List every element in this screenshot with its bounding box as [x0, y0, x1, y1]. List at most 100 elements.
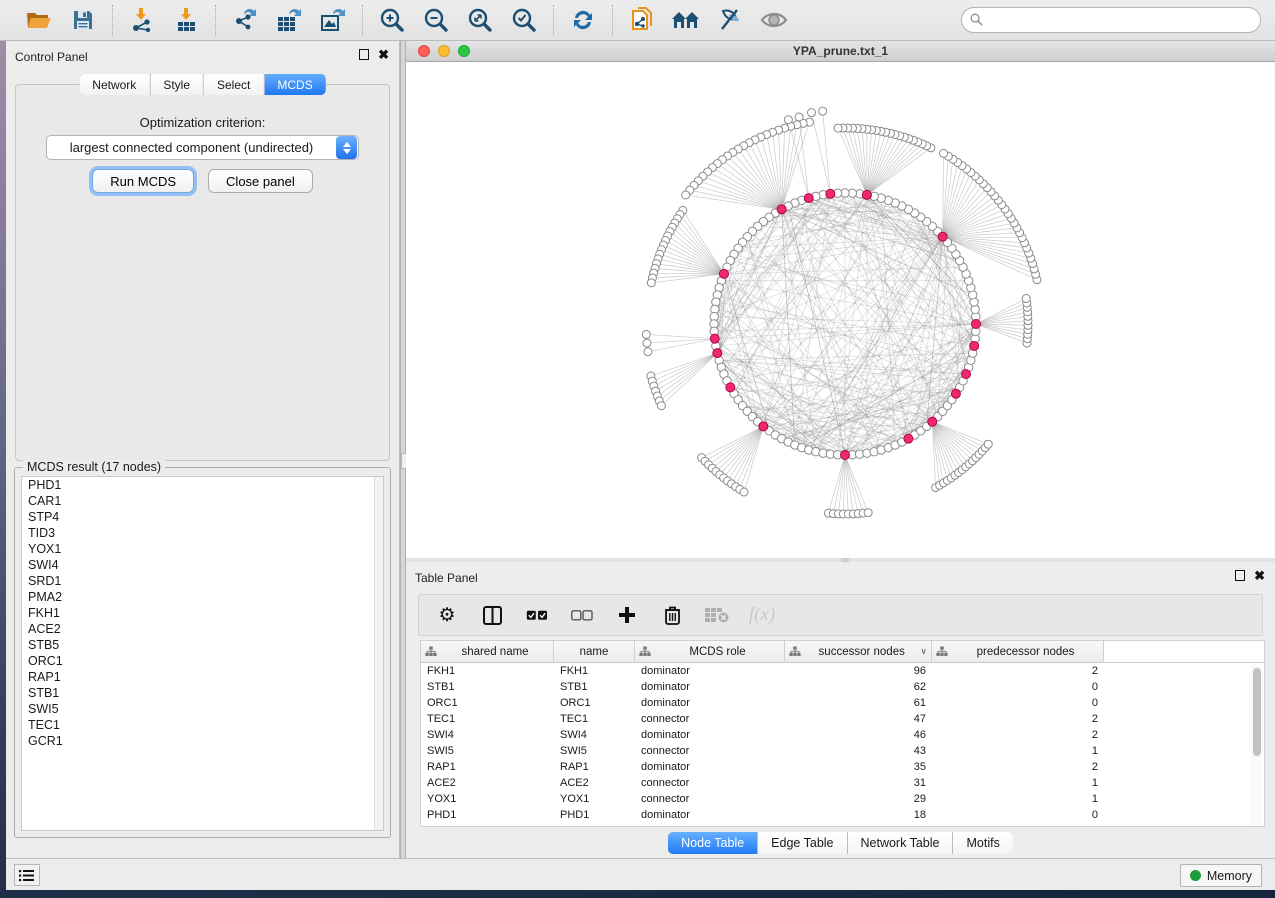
- tab-style[interactable]: Style: [150, 74, 204, 95]
- tab-node-table[interactable]: Node Table: [668, 832, 758, 854]
- export-image-icon[interactable]: [318, 6, 348, 34]
- network-node[interactable]: [759, 422, 768, 431]
- close-panel-icon[interactable]: ✖: [1254, 570, 1265, 581]
- zoom-in-icon[interactable]: [377, 6, 407, 34]
- criterion-dropdown[interactable]: largest connected component (undirected): [46, 135, 359, 160]
- table-row[interactable]: ORC1ORC1dominator610: [421, 695, 1264, 711]
- float-panel-icon[interactable]: [359, 49, 369, 60]
- column-header-predecessor-nodes[interactable]: predecessor nodes: [932, 641, 1104, 662]
- mcds-result-item[interactable]: RAP1: [22, 669, 383, 685]
- select-all-icon[interactable]: [525, 603, 549, 627]
- network-node[interactable]: [657, 402, 665, 410]
- network-node[interactable]: [970, 341, 979, 350]
- table-settings-gear-icon[interactable]: ⚙: [435, 603, 459, 627]
- close-panel-icon[interactable]: ✖: [378, 49, 389, 60]
- show-columns-icon[interactable]: [480, 603, 504, 627]
- network-node[interactable]: [864, 509, 872, 517]
- mcds-result-item[interactable]: STB1: [22, 685, 383, 701]
- node-table[interactable]: shared namenameMCDS rolesuccessor nodes∨…: [420, 640, 1265, 827]
- mcds-result-item[interactable]: ORC1: [22, 653, 383, 669]
- network-node[interactable]: [834, 124, 842, 132]
- network-node[interactable]: [713, 349, 722, 358]
- network-window-titlebar[interactable]: YPA_prune.txt_1: [406, 41, 1275, 62]
- network-node[interactable]: [819, 107, 827, 115]
- network-node[interactable]: [682, 191, 690, 199]
- mcds-result-item[interactable]: TID3: [22, 525, 383, 541]
- table-row[interactable]: SWI4SWI4dominator462: [421, 727, 1264, 743]
- network-node[interactable]: [740, 488, 748, 496]
- column-header-successor-nodes[interactable]: successor nodes∨: [785, 641, 932, 662]
- network-node[interactable]: [938, 232, 947, 241]
- mcds-result-item[interactable]: CAR1: [22, 493, 383, 509]
- tab-network[interactable]: Network: [79, 74, 150, 95]
- refresh-icon[interactable]: [568, 6, 598, 34]
- close-panel-button[interactable]: Close panel: [208, 169, 313, 193]
- mcds-result-item[interactable]: ACE2: [22, 621, 383, 637]
- network-node[interactable]: [644, 348, 652, 356]
- network-node[interactable]: [928, 417, 937, 426]
- clone-network-icon[interactable]: [627, 6, 657, 34]
- search-input[interactable]: [961, 7, 1261, 33]
- export-table-icon[interactable]: [274, 6, 304, 34]
- table-scrollbar[interactable]: [1251, 664, 1263, 825]
- mcds-result-item[interactable]: SRD1: [22, 573, 383, 589]
- tab-edge-table[interactable]: Edge Table: [758, 832, 847, 854]
- network-node[interactable]: [777, 205, 786, 214]
- delete-column-icon[interactable]: [660, 603, 684, 627]
- import-table-icon[interactable]: [171, 6, 201, 34]
- mcds-result-item[interactable]: SWI4: [22, 557, 383, 573]
- network-node[interactable]: [642, 330, 650, 338]
- maximize-window-icon[interactable]: [458, 45, 470, 57]
- network-node[interactable]: [862, 190, 871, 199]
- zoom-out-icon[interactable]: [421, 6, 451, 34]
- network-node[interactable]: [808, 109, 816, 117]
- memory-button[interactable]: Memory: [1180, 864, 1262, 887]
- table-row[interactable]: SWI5SWI5connector431: [421, 743, 1264, 759]
- add-column-icon[interactable]: [615, 603, 639, 627]
- network-node[interactable]: [710, 334, 719, 343]
- network-node[interactable]: [647, 279, 655, 287]
- mcds-result-item[interactable]: STP4: [22, 509, 383, 525]
- network-node[interactable]: [719, 269, 728, 278]
- import-network-icon[interactable]: [127, 6, 157, 34]
- network-node[interactable]: [940, 149, 948, 157]
- minimize-window-icon[interactable]: [438, 45, 450, 57]
- mcds-result-item[interactable]: STB5: [22, 637, 383, 653]
- mcds-result-item[interactable]: PHD1: [22, 477, 383, 493]
- table-row[interactable]: STB1STB1dominator620: [421, 679, 1264, 695]
- mcds-result-list[interactable]: PHD1CAR1STP4TID3YOX1SWI4SRD1PMA2FKH1ACE2…: [21, 476, 384, 831]
- mcds-result-item[interactable]: PMA2: [22, 589, 383, 605]
- network-node[interactable]: [1022, 295, 1030, 303]
- mcds-result-item[interactable]: FKH1: [22, 605, 383, 621]
- network-canvas[interactable]: [406, 62, 1275, 558]
- mcds-result-item[interactable]: TEC1: [22, 717, 383, 733]
- network-node[interactable]: [784, 116, 792, 124]
- table-row[interactable]: FKH1FKH1dominator962: [421, 663, 1264, 679]
- close-window-icon[interactable]: [418, 45, 430, 57]
- task-history-button[interactable]: [14, 864, 40, 886]
- network-node[interactable]: [904, 434, 913, 443]
- zoom-fit-icon[interactable]: [465, 6, 495, 34]
- open-folder-icon[interactable]: [24, 6, 54, 34]
- float-panel-icon[interactable]: [1235, 570, 1245, 581]
- column-header-MCDS-role[interactable]: MCDS role: [635, 641, 785, 662]
- scrollbar-thumb[interactable]: [1253, 668, 1261, 756]
- mcds-result-item[interactable]: GCR1: [22, 733, 383, 749]
- network-node[interactable]: [804, 194, 813, 203]
- houses-icon[interactable]: [671, 6, 701, 34]
- network-node[interactable]: [841, 451, 850, 460]
- network-node[interactable]: [726, 383, 735, 392]
- save-icon[interactable]: [68, 6, 98, 34]
- column-header-name[interactable]: name: [554, 641, 635, 662]
- network-node[interactable]: [962, 370, 971, 379]
- mcds-result-item[interactable]: SWI5: [22, 701, 383, 717]
- export-network-icon[interactable]: [230, 6, 260, 34]
- table-row[interactable]: TEC1TEC1connector472: [421, 711, 1264, 727]
- mcds-result-item[interactable]: YOX1: [22, 541, 383, 557]
- network-node[interactable]: [984, 440, 992, 448]
- network-node[interactable]: [951, 389, 960, 398]
- tab-select[interactable]: Select: [204, 74, 264, 95]
- table-row[interactable]: ACE2ACE2connector311: [421, 775, 1264, 791]
- network-node[interactable]: [826, 189, 835, 198]
- table-row[interactable]: RAP1RAP1dominator352: [421, 759, 1264, 775]
